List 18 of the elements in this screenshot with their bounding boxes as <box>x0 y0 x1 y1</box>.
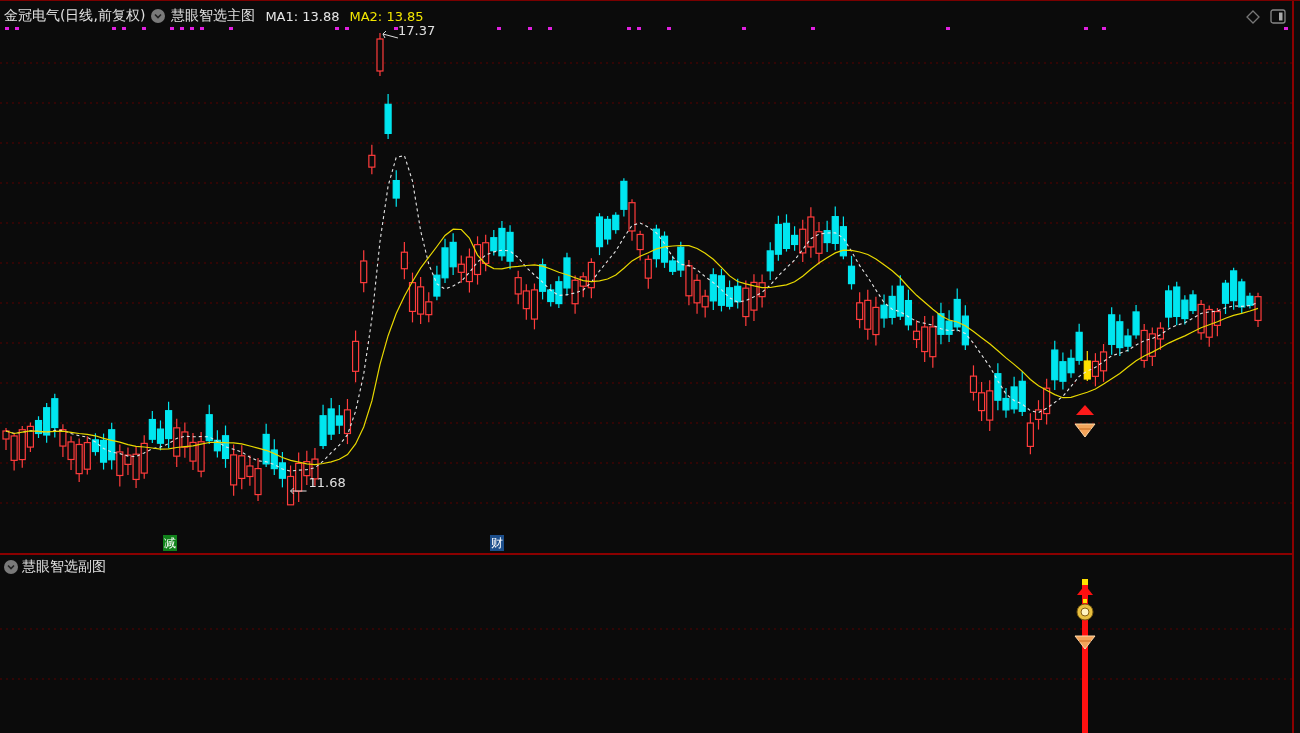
ma-value: MA1: 13.88 <box>265 8 340 24</box>
diamond-icon <box>1074 423 1096 438</box>
price-label: 11.68 <box>308 475 346 490</box>
indicator-title: 慧眼智选主图 <box>171 7 256 25</box>
event-tag: 财 <box>490 535 504 551</box>
event-tag: 减 <box>163 535 177 551</box>
collapse-icon[interactable] <box>151 9 166 23</box>
leader-line <box>382 30 399 39</box>
up-triangle-icon <box>1076 405 1094 415</box>
ma-value: MA2: 13.85 <box>349 8 424 24</box>
panel-toggle-icon[interactable] <box>1270 9 1286 24</box>
stock-title: 金冠电气(日线,前复权) <box>4 7 146 25</box>
diamond-icon[interactable] <box>1246 9 1260 24</box>
collapse-icon[interactable] <box>4 560 18 574</box>
subchart-title: 慧眼智选副图 <box>22 558 106 576</box>
leader-line <box>290 487 308 495</box>
price-label: 17.37 <box>397 23 436 38</box>
diamond-icon <box>1074 635 1096 650</box>
